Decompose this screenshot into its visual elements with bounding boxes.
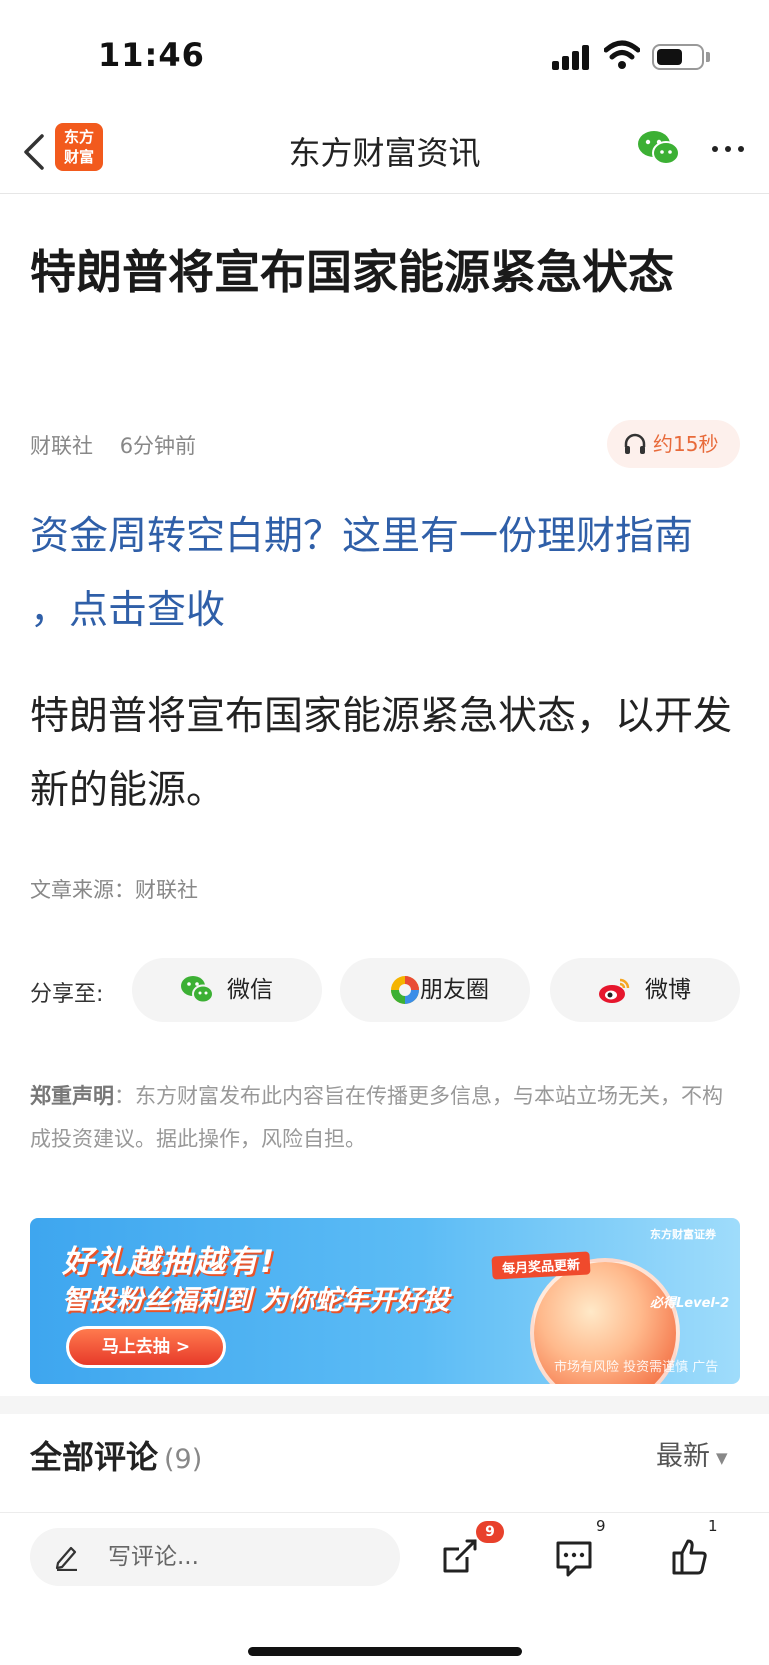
cellular-signal-icon [552,44,592,70]
nav-bar: 东方 财富 东方财富资讯 [0,110,769,194]
disclaimer: 郑重声明：东方财富发布此内容旨在传播更多信息，与本站立场无关，不构成投资建议。据… [30,1075,742,1161]
sort-dropdown[interactable]: 最新 ▼ [656,1434,728,1473]
bottom-bar: 写评论... 9 9 1 [0,1512,769,1665]
wechat-share-icon[interactable] [636,128,682,168]
article-body: 特朗普将宣布国家能源紧急状态，以开发新的能源。 [30,694,733,813]
comments-count: (9) [164,1444,203,1475]
share-weibo-label: 微博 [645,977,691,1003]
comments-header: 全部评论 (9) [30,1432,202,1478]
promo-link[interactable]: 资金周转空白期？这里有一份理财指南 ，点击查收 [30,500,742,648]
moments-icon [391,976,419,1004]
banner-subline: 智投粉丝福利到 为你蛇年开好投 [62,1285,450,1316]
status-bar: 11:46 [0,0,769,110]
share-weibo-button[interactable]: 微博 [550,958,740,1022]
share-wechat-label: 微信 [227,977,273,1003]
like-count: 1 [708,1517,718,1535]
section-divider [0,1396,769,1414]
pencil-icon [55,1546,77,1571]
more-options-icon[interactable] [708,138,748,158]
weibo-icon [599,978,630,1003]
share-wechat-button[interactable]: 微信 [132,958,322,1022]
article-source-line: 文章来源：财联社 [30,878,198,902]
status-time: 11:46 [98,36,205,74]
listen-audio-button[interactable]: 约15秒 [607,420,740,468]
share-moments-label: 朋友圈 [420,977,489,1003]
comment-count: 9 [596,1517,606,1535]
wifi-icon [604,40,640,69]
ad-banner[interactable]: 东方财富证券 好礼越抽越有! 智投粉丝福利到 为你蛇年开好投 马上去抽 > 每月… [30,1218,740,1384]
battery-icon [652,44,704,70]
banner-risk-note: 市场有风险 投资需谨慎 广告 [554,1360,719,1375]
disclaimer-text: ：东方财富发布此内容旨在传播更多信息，与本站立场无关，不构成投资建议。据此操作，… [30,1084,723,1151]
write-comment-input[interactable]: 写评论... [30,1528,400,1586]
logo-text-line1: 东方 [63,128,94,146]
banner-headline: 好礼越抽越有! [62,1244,277,1280]
comments-title: 全部评论 [30,1438,159,1476]
banner-brand: 东方财富证券 [650,1228,716,1241]
article-time: 6分钟前 [119,434,197,458]
share-badge: 9 [476,1521,504,1543]
share-moments-button[interactable]: 朋友圈 [340,958,530,1022]
write-comment-placeholder: 写评论... [108,1544,199,1570]
disclaimer-title: 郑重声明 [30,1084,114,1108]
app-logo[interactable]: 东方 财富 [55,123,103,171]
article-title: 特朗普将宣布国家能源紧急状态 [30,245,674,299]
article-meta: 财联社 6分钟前 [30,430,216,460]
share-icon[interactable] [437,1535,481,1579]
article-source-name: 财联社 [30,434,93,458]
audio-duration: 约15秒 [653,432,719,456]
caret-down-icon: ▼ [716,1448,728,1467]
like-thumbs-up-icon[interactable] [668,1535,712,1579]
banner-level: 必得Level-2 [650,1296,730,1311]
sort-label: 最新 [656,1441,710,1472]
headphones-icon [624,433,646,454]
comment-icon[interactable] [552,1535,596,1579]
logo-text-line2: 财富 [63,148,94,166]
wechat-icon [181,976,214,1004]
share-label: 分享至: [30,982,104,1007]
banner-cta-button[interactable]: 马上去抽 > [66,1326,226,1368]
battery-tip [706,52,710,62]
back-arrow-icon[interactable] [14,128,54,176]
home-indicator[interactable] [248,1647,522,1656]
share-row: 分享至: 微信 朋友圈 微博 [30,958,742,1022]
